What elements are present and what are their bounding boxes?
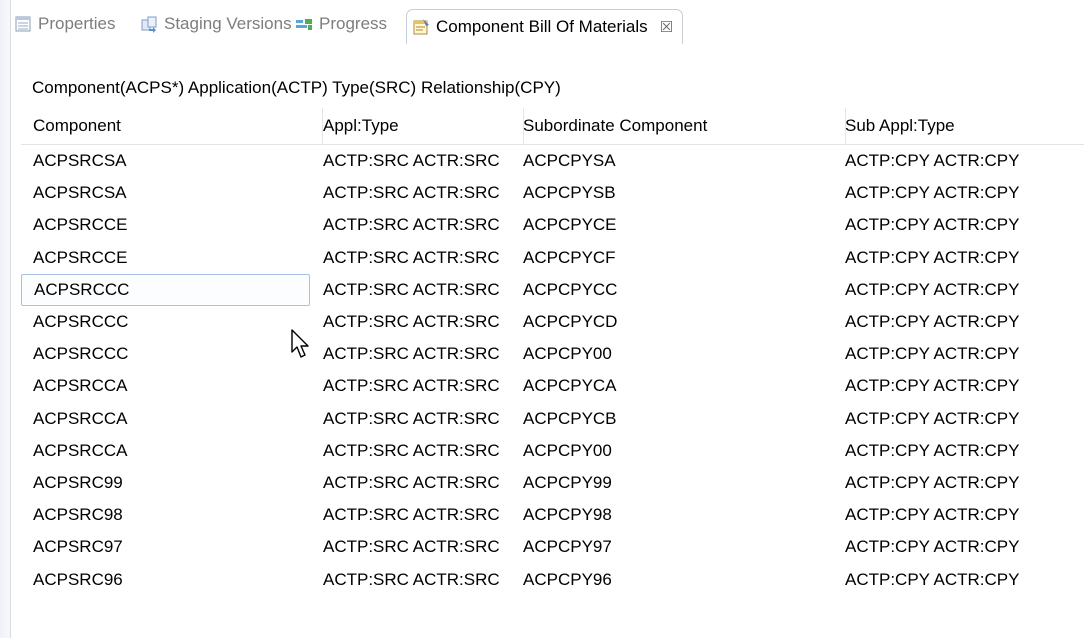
column-header-appl-type[interactable]: Appl:Type [312, 108, 524, 144]
cell-component[interactable]: ACPSRCCC [21, 306, 322, 338]
mouse-pointer-icon [291, 329, 309, 358]
table-row[interactable]: ACPSRCSA ACTP:SRC ACTR:SRC ACPCPYSB ACTP:CP… [21, 177, 1084, 209]
table-row[interactable]: ACPSRC96 ACTP:SRC ACTR:SRC ACPCPY96 ACTP:CP… [21, 563, 1084, 595]
cell-component[interactable]: ACPSRCSA [21, 177, 322, 209]
cell-appl-type[interactable]: ACTP:SRC ACTR:SRC [312, 467, 523, 499]
cell-sub-appl-type[interactable]: ACTP:CPY ACTR:CPY [834, 306, 1084, 338]
cell-appl-type[interactable]: ACTP:SRC ACTR:SRC [312, 274, 523, 306]
column-header-subordinate-component[interactable]: Subordinate Component [512, 108, 846, 144]
table-row[interactable]: ACPSRCCC ACTP:SRC ACTR:SRC ACPCPYCC ACTP:CP… [21, 273, 1084, 306]
query-description: Component(ACPS*) Application(ACTP) Type(… [32, 78, 561, 97]
cell-component[interactable]: ACPSRC97 [21, 531, 322, 563]
cell-subordinate-component[interactable]: ACPCPYCB [512, 403, 845, 435]
cell-component[interactable]: ACPSRCCA [21, 403, 322, 435]
table-row[interactable]: ACPSRCCE ACTP:SRC ACTR:SRC ACPCPYCE ACTP:CP… [21, 209, 1084, 241]
cell-sub-appl-type[interactable]: ACTP:CPY ACTR:CPY [834, 145, 1084, 177]
table-row[interactable]: ACPSRC99 ACTP:SRC ACTR:SRC ACPCPY99 ACTP:CP… [21, 467, 1084, 499]
cell-subordinate-component[interactable]: ACPCPYCD [512, 306, 845, 338]
tab-progress[interactable]: Progress [295, 8, 387, 40]
cell-subordinate-component[interactable]: ACPCPY96 [512, 563, 845, 595]
table-body: ACPSRCSA ACTP:SRC ACTR:SRC ACPCPYSA ACTP:CP… [21, 145, 1084, 596]
table-row[interactable]: ACPSRCSA ACTP:SRC ACTR:SRC ACPCPYSA ACTP:CP… [21, 145, 1084, 177]
cell-sub-appl-type[interactable]: ACTP:CPY ACTR:CPY [834, 177, 1084, 209]
cell-appl-type[interactable]: ACTP:SRC ACTR:SRC [312, 209, 523, 241]
column-header-sub-appl-type[interactable]: Sub Appl:Type [834, 108, 1084, 144]
table-row[interactable]: ACPSRC98 ACTP:SRC ACTR:SRC ACPCPY98 ACTP:CP… [21, 499, 1084, 531]
cell-component[interactable]: ACPSRCCA [21, 435, 322, 467]
cell-component[interactable]: ACPSRCCC [21, 273, 310, 306]
cell-sub-appl-type[interactable]: ACTP:CPY ACTR:CPY [834, 467, 1084, 499]
cell-subordinate-component[interactable]: ACPCPY98 [512, 499, 845, 531]
cell-subordinate-component[interactable]: ACPCPYSB [512, 177, 845, 209]
table-row[interactable]: ACPSRCCA ACTP:SRC ACTR:SRC ACPCPYCA ACTP:CP… [21, 370, 1084, 402]
cell-component[interactable]: ACPSRC99 [21, 467, 322, 499]
progress-icon [296, 19, 312, 30]
cell-appl-type[interactable]: ACTP:SRC ACTR:SRC [312, 242, 523, 274]
close-tab-icon[interactable]: ☒ [660, 18, 673, 36]
cell-appl-type[interactable]: ACTP:SRC ACTR:SRC [312, 177, 523, 209]
cell-subordinate-component[interactable]: ACPCPY00 [512, 435, 845, 467]
cell-sub-appl-type[interactable]: ACTP:CPY ACTR:CPY [834, 563, 1084, 595]
cell-subordinate-component[interactable]: ACPCPYSA [512, 145, 845, 177]
cell-component[interactable]: ACPSRCCC [21, 338, 322, 370]
cell-component[interactable]: ACPSRCSA [21, 145, 322, 177]
properties-icon [15, 16, 31, 32]
cell-appl-type[interactable]: ACTP:SRC ACTR:SRC [312, 499, 523, 531]
table-row[interactable]: ACPSRCCE ACTP:SRC ACTR:SRC ACPCPYCF ACTP:CP… [21, 242, 1084, 274]
cell-sub-appl-type[interactable]: ACTP:CPY ACTR:CPY [834, 499, 1084, 531]
cell-component[interactable]: ACPSRCCA [21, 370, 322, 402]
tab-label: Properties [38, 14, 116, 33]
table-row[interactable]: ACPSRCCA ACTP:SRC ACTR:SRC ACPCPY00 ACTP:CP… [21, 435, 1084, 467]
tab-label: Component Bill Of Materials [436, 17, 648, 36]
cell-component[interactable]: ACPSRC96 [21, 563, 322, 595]
cell-subordinate-component[interactable]: ACPCPYCA [512, 370, 845, 402]
cell-sub-appl-type[interactable]: ACTP:CPY ACTR:CPY [834, 435, 1084, 467]
cell-sub-appl-type[interactable]: ACTP:CPY ACTR:CPY [834, 209, 1084, 241]
cell-appl-type[interactable]: ACTP:SRC ACTR:SRC [312, 370, 523, 402]
cell-component[interactable]: ACPSRC98 [21, 499, 322, 531]
column-header-component[interactable]: Component [21, 108, 323, 144]
cell-subordinate-component[interactable]: ACPCPYCE [512, 209, 845, 241]
table-row[interactable]: ACPSRCCA ACTP:SRC ACTR:SRC ACPCPYCB ACTP:CP… [21, 403, 1084, 435]
table-row[interactable]: ACPSRCCC ACTP:SRC ACTR:SRC ACPCPY00 ACTP:CP… [21, 338, 1084, 370]
table-header: Component Appl:Type Subordinate Componen… [21, 108, 1084, 145]
cell-sub-appl-type[interactable]: ACTP:CPY ACTR:CPY [834, 274, 1084, 306]
cell-subordinate-component[interactable]: ACPCPYCF [512, 242, 845, 274]
left-panel-edge [0, 0, 11, 638]
staging-versions-icon [141, 16, 157, 33]
cell-sub-appl-type[interactable]: ACTP:CPY ACTR:CPY [834, 242, 1084, 274]
cell-component[interactable]: ACPSRCCE [21, 209, 322, 241]
cell-appl-type[interactable]: ACTP:SRC ACTR:SRC [312, 435, 523, 467]
cell-appl-type[interactable]: ACTP:SRC ACTR:SRC [312, 531, 523, 563]
tab-component-bill-of-materials[interactable]: Component Bill Of Materials ☒ [406, 9, 684, 44]
table-row[interactable]: ACPSRCCC ACTP:SRC ACTR:SRC ACPCPYCD ACTP:CP… [21, 306, 1084, 338]
cell-appl-type[interactable]: ACTP:SRC ACTR:SRC [312, 306, 523, 338]
cell-sub-appl-type[interactable]: ACTP:CPY ACTR:CPY [834, 531, 1084, 563]
cell-subordinate-component[interactable]: ACPCPY97 [512, 531, 845, 563]
cell-sub-appl-type[interactable]: ACTP:CPY ACTR:CPY [834, 403, 1084, 435]
cell-appl-type[interactable]: ACTP:SRC ACTR:SRC [312, 563, 523, 595]
tab-label: Progress [319, 14, 388, 33]
cell-appl-type[interactable]: ACTP:SRC ACTR:SRC [312, 403, 523, 435]
cell-subordinate-component[interactable]: ACPCPY00 [512, 338, 845, 370]
tab-staging-versions[interactable]: Staging Versions [140, 8, 292, 40]
cell-appl-type[interactable]: ACTP:SRC ACTR:SRC [312, 338, 523, 370]
cell-subordinate-component[interactable]: ACPCPY99 [512, 467, 845, 499]
cell-component[interactable]: ACPSRCCE [21, 242, 322, 274]
table-row[interactable]: ACPSRC97 ACTP:SRC ACTR:SRC ACPCPY97 ACTP:CP… [21, 531, 1084, 563]
cell-sub-appl-type[interactable]: ACTP:CPY ACTR:CPY [834, 370, 1084, 402]
view-tab-bar: Properties Staging Versions Progress Com… [12, 0, 1084, 44]
cell-appl-type[interactable]: ACTP:SRC ACTR:SRC [312, 145, 523, 177]
cell-subordinate-component[interactable]: ACPCPYCC [512, 274, 845, 306]
bom-table: Component Appl:Type Subordinate Componen… [21, 108, 1084, 596]
bill-of-materials-icon [413, 19, 429, 35]
tab-properties[interactable]: Properties [14, 8, 115, 40]
cell-sub-appl-type[interactable]: ACTP:CPY ACTR:CPY [834, 338, 1084, 370]
tab-label: Staging Versions [164, 14, 292, 33]
